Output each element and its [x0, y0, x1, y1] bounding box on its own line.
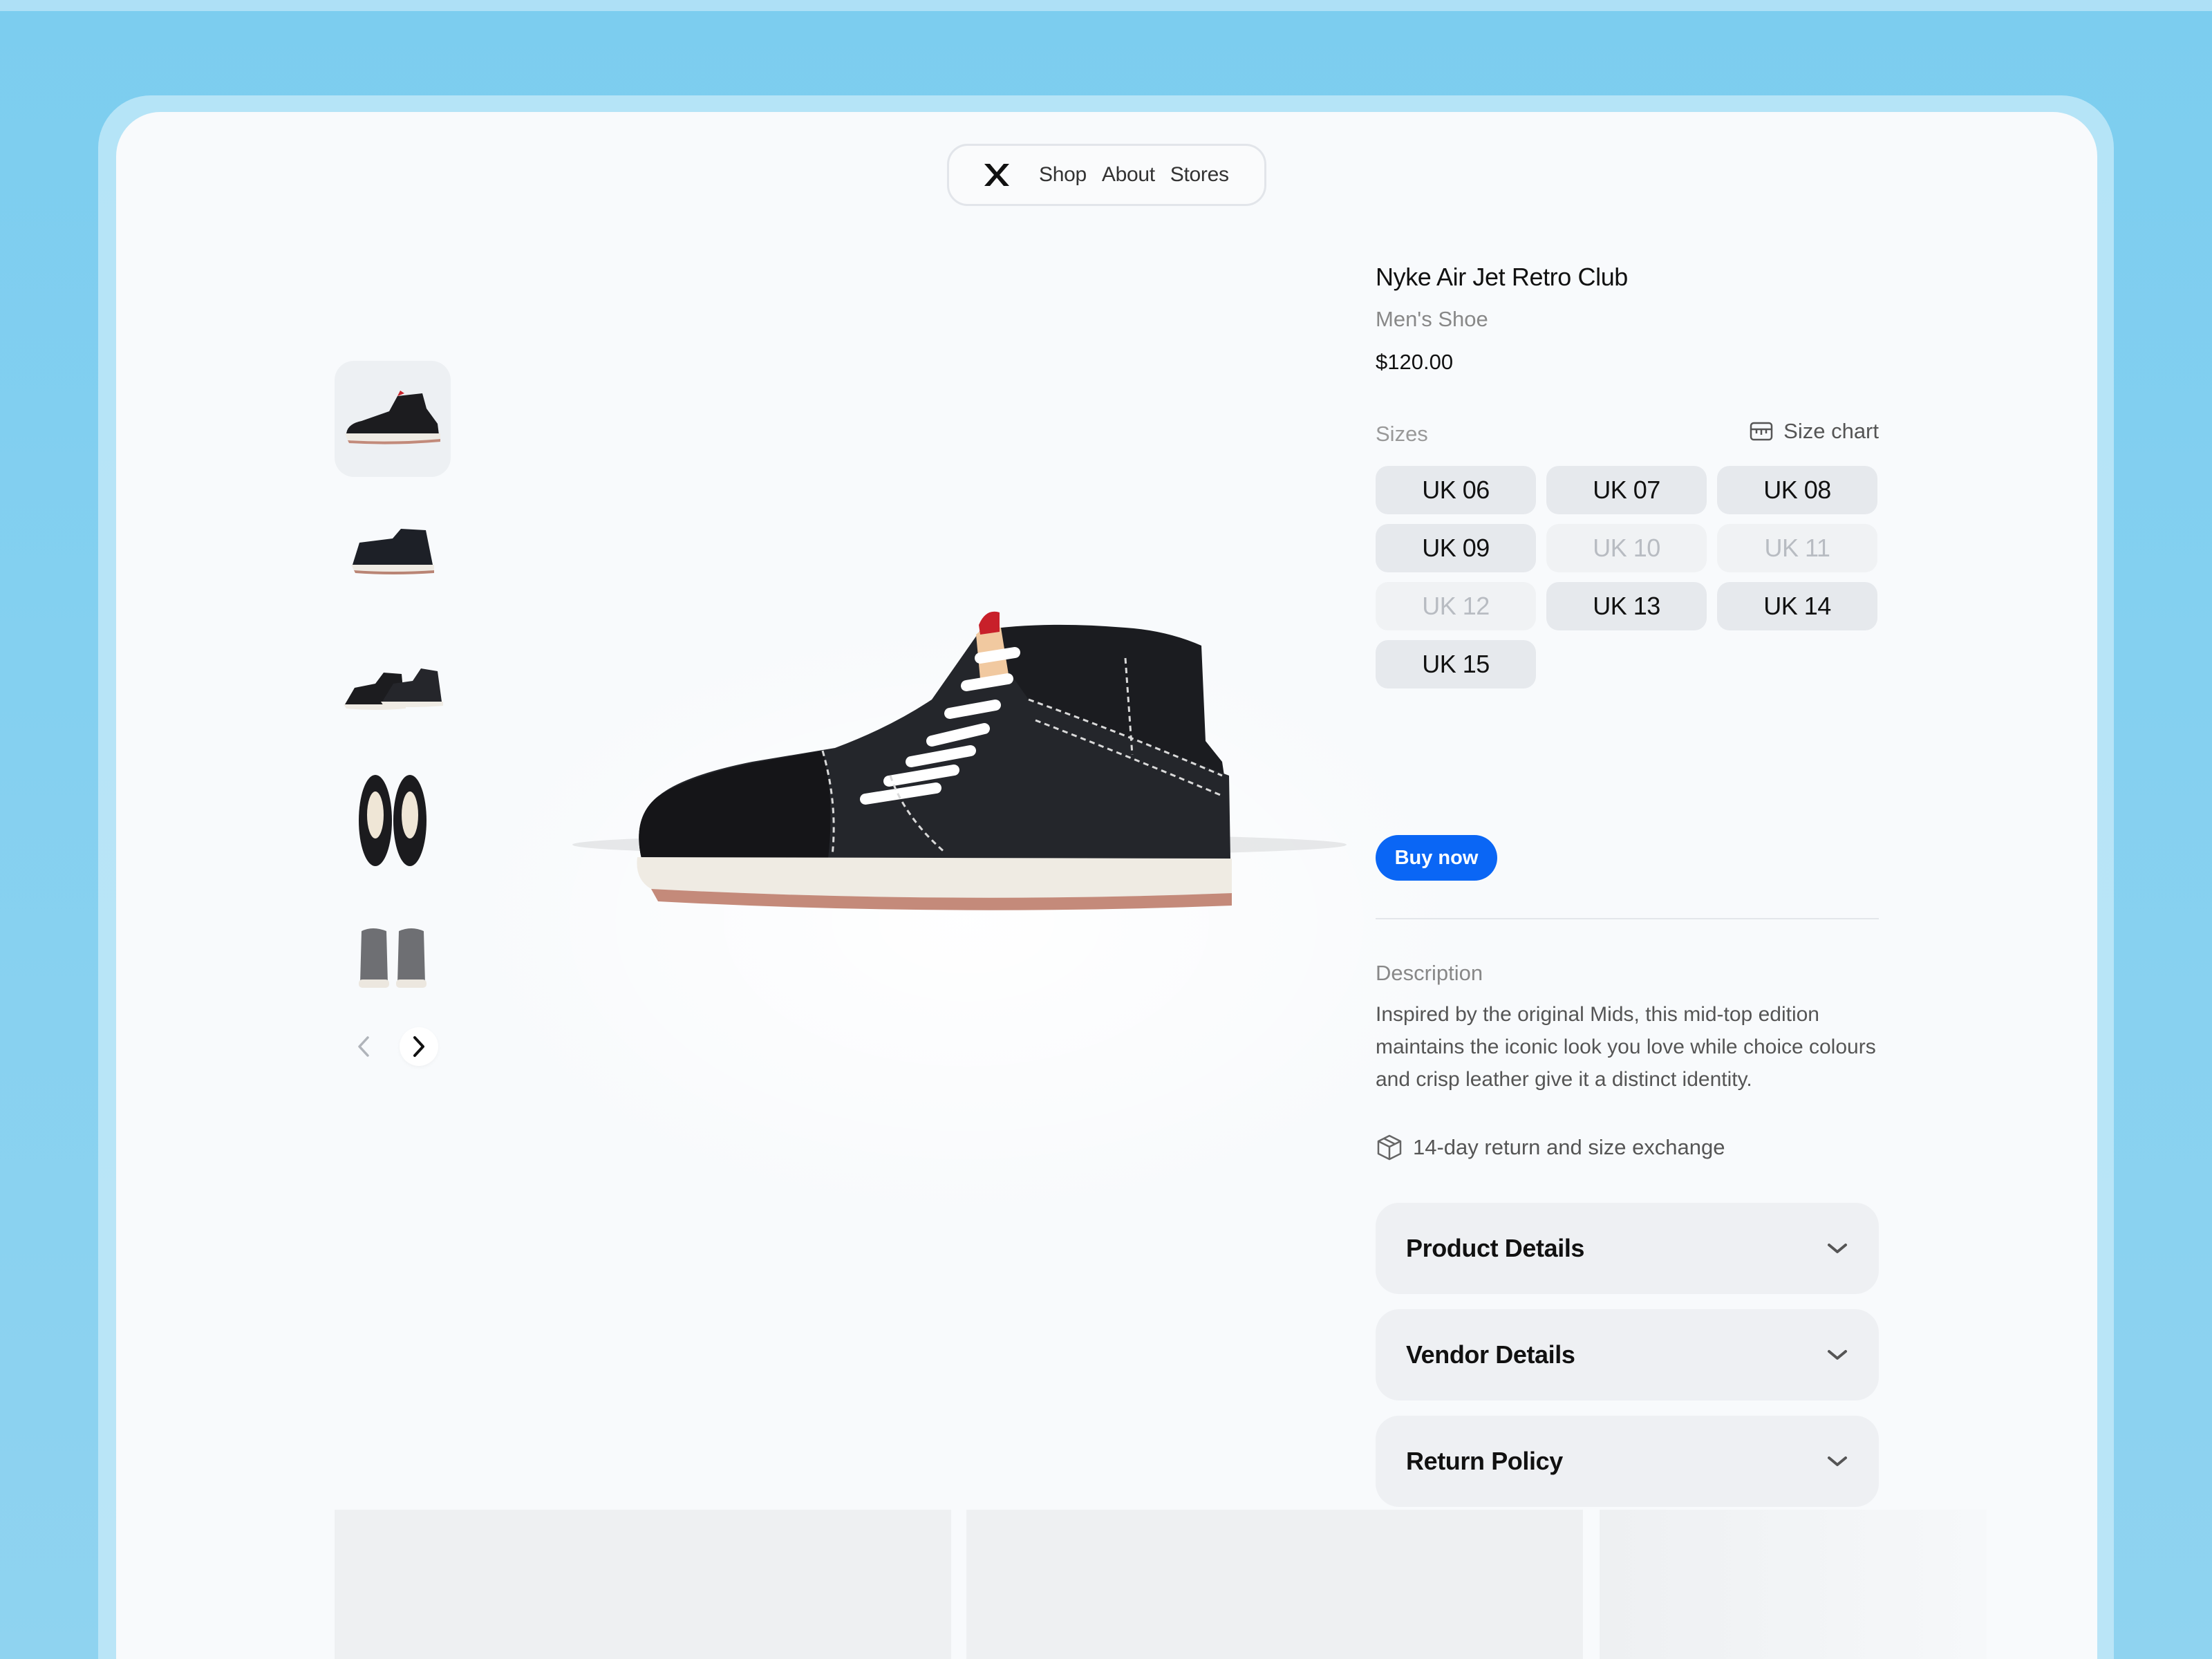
size-chart-label: Size chart: [1783, 419, 1879, 443]
thumbnail-back-view[interactable]: [335, 897, 451, 1013]
size-option: UK 11: [1717, 524, 1877, 572]
size-option[interactable]: UK 14: [1717, 582, 1877, 630]
size-option[interactable]: UK 07: [1546, 466, 1707, 514]
nav-stores-link[interactable]: Stores: [1170, 163, 1229, 187]
size-option[interactable]: UK 09: [1376, 524, 1536, 572]
size-option[interactable]: UK 06: [1376, 466, 1536, 514]
thumbnail-pair-side-view[interactable]: [335, 629, 451, 745]
thumbnail-top-view[interactable]: [335, 763, 451, 879]
chevron-right-icon[interactable]: [400, 1027, 438, 1066]
description-label: Description: [1376, 961, 1483, 985]
chevron-left-icon[interactable]: [344, 1027, 383, 1066]
size-option: UK 12: [1376, 582, 1536, 630]
vendor-details-accordion[interactable]: Vendor Details: [1376, 1309, 1879, 1400]
returns-text: 14-day return and size exchange: [1413, 1135, 1725, 1159]
box-icon: [1377, 1134, 1402, 1161]
product-title: Nyke Air Jet Retro Club: [1376, 263, 1628, 291]
nav-about-link[interactable]: About: [1102, 163, 1155, 187]
thumbnail-side-view[interactable]: [335, 361, 451, 477]
size-grid: UK 06 UK 07 UK 08 UK 09 UK 10 UK 11 UK 12 UK 13…: [1376, 466, 1879, 688]
chevron-down-icon: [1828, 1456, 1847, 1466]
product-details-accordion[interactable]: Product Details: [1376, 1203, 1879, 1294]
product-subtitle: Men's Shoe: [1376, 307, 1488, 331]
accordion-label: Product Details: [1406, 1234, 1585, 1262]
size-option[interactable]: UK 08: [1717, 466, 1877, 514]
accordion-label: Return Policy: [1406, 1447, 1563, 1475]
thumbnail-list: [335, 361, 451, 1031]
size-option: UK 10: [1546, 524, 1707, 572]
product-page-card: Shop About Stores Nyke Air Jet Retro Clu…: [116, 112, 2097, 1659]
nav-shop-link[interactable]: Shop: [1039, 163, 1087, 187]
accordion-label: Vendor Details: [1406, 1340, 1575, 1369]
description-text: Inspired by the original Mids, this mid-…: [1376, 1003, 1876, 1091]
related-product-card[interactable]: [335, 1510, 951, 1659]
thumbnail-side-view-alt[interactable]: [335, 495, 451, 611]
sizes-label: Sizes: [1376, 422, 1428, 446]
buy-now-button[interactable]: Buy now: [1376, 835, 1497, 881]
gallery-nav: [344, 1027, 438, 1066]
size-chart-link[interactable]: Size chart: [1749, 419, 1879, 444]
size-option[interactable]: UK 15: [1376, 640, 1536, 688]
related-product-card[interactable]: [966, 1510, 1583, 1659]
return-policy-accordion[interactable]: Return Policy: [1376, 1416, 1879, 1507]
top-strip: [0, 0, 2212, 11]
ruler-icon: [1750, 422, 1773, 441]
size-option[interactable]: UK 13: [1546, 582, 1707, 630]
chevron-down-icon: [1828, 1244, 1847, 1253]
related-product-card[interactable]: [1600, 1510, 1987, 1659]
product-price: $120.00: [1376, 350, 1454, 374]
divider: [1376, 918, 1879, 919]
top-nav: Shop About Stores: [947, 144, 1266, 206]
main-product-image: [503, 471, 1416, 1094]
chevron-down-icon: [1828, 1350, 1847, 1360]
x-logo-icon[interactable]: [982, 160, 1011, 189]
returns-info: 14-day return and size exchange: [1376, 1134, 1725, 1161]
